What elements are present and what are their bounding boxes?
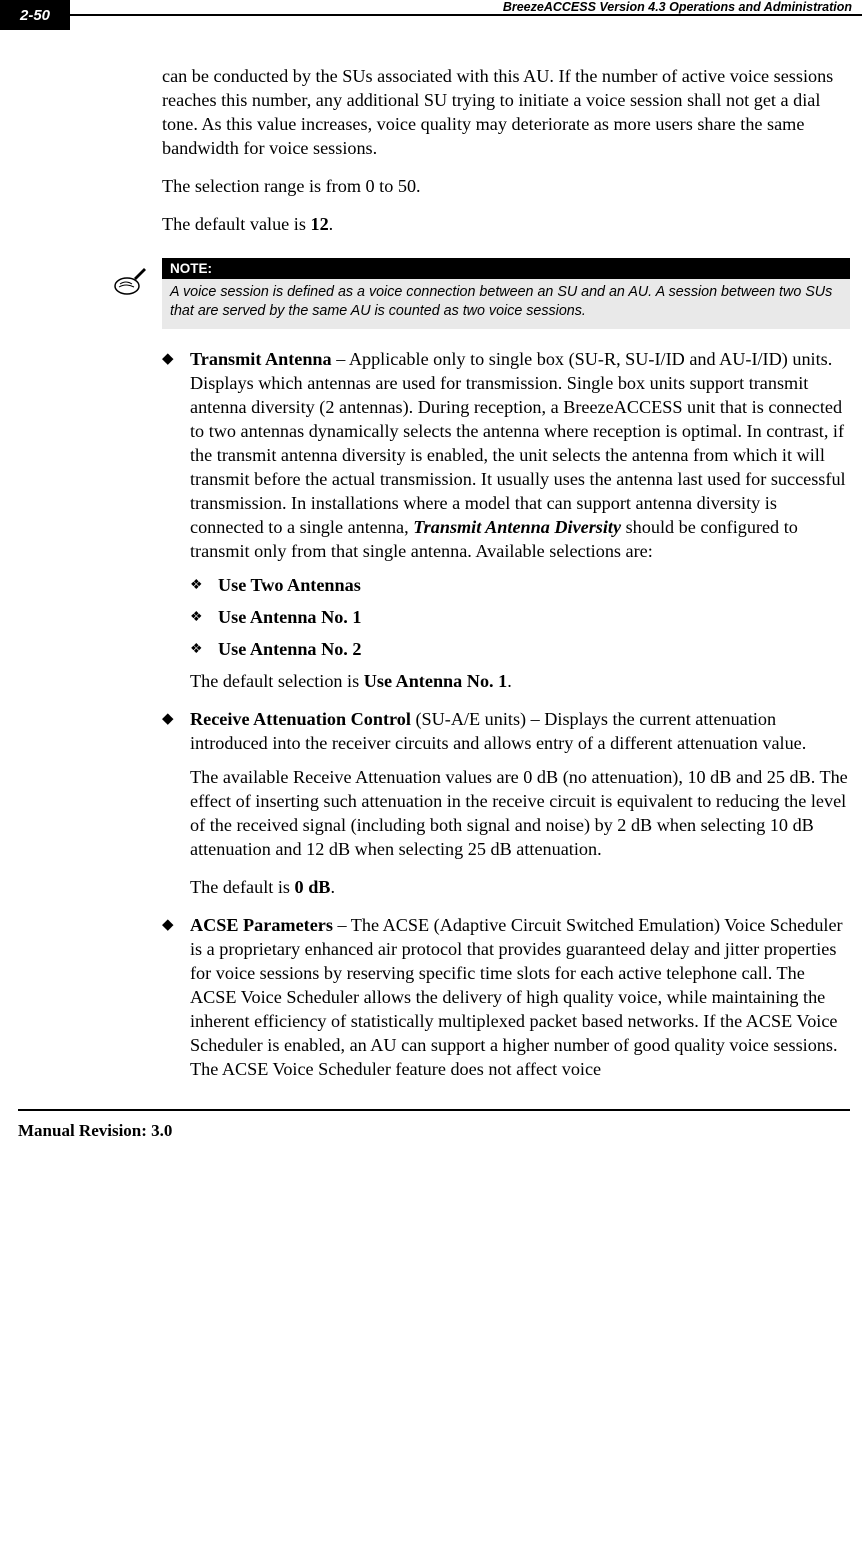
text: . [330,877,335,897]
diamond-bullet-icon: ◆ [162,913,190,1081]
bullet-content: Transmit Antenna – Applicable only to si… [190,347,850,563]
bullet-content: Receive Attenuation Control (SU-A/E unit… [190,707,850,755]
receive-paragraph-2: The available Receive Attenuation values… [190,765,850,861]
antenna-options-list: ❖ Use Two Antennas ❖ Use Antenna No. 1 ❖… [190,573,850,661]
text: The default is [190,877,295,897]
page-number: 2-50 [20,7,50,24]
footer-rule [18,1109,850,1111]
bullet-content: ACSE Parameters – The ACSE (Adaptive Cir… [190,913,850,1081]
param-emphasis: Transmit Antenna Diversity [413,517,621,537]
transmit-default: The default selection is Use Antenna No.… [190,669,850,693]
content-area: can be conducted by the SUs associated w… [162,64,850,1081]
bullet-transmit-antenna: ◆ Transmit Antenna – Applicable only to … [162,347,850,563]
bullet-receive-attenuation: ◆ Receive Attenuation Control (SU-A/E un… [162,707,850,755]
page: 2-50 BreezeACCESS Version 4.3 Operations… [0,0,862,1181]
option-antenna-2: ❖ Use Antenna No. 2 [190,637,850,661]
page-header: 2-50 BreezeACCESS Version 4.3 Operations… [0,0,862,30]
diamond-bullet-icon: ◆ [162,707,190,755]
header-rule [70,14,862,16]
bullet-acse-parameters: ◆ ACSE Parameters – The ACSE (Adaptive C… [162,913,850,1081]
param-title: ACSE Parameters [190,915,333,935]
text: – The ACSE (Adaptive Circuit Switched Em… [190,915,843,1079]
clover-bullet-icon: ❖ [190,605,218,629]
text: Applicable only to single box (SU-R, SU-… [190,349,846,537]
option-antenna-1: ❖ Use Antenna No. 1 [190,605,850,629]
clover-bullet-icon: ❖ [190,573,218,597]
note-body: A voice session is defined as a voice co… [162,279,850,329]
document-title: BreezeACCESS Version 4.3 Operations and … [70,0,862,14]
text: . [507,671,512,691]
default-value: Use Antenna No. 1 [364,671,508,691]
option-label: Use Antenna No. 2 [218,637,850,661]
default-value: 0 dB [295,877,331,897]
param-title: Transmit Antenna [190,349,336,369]
intro-paragraph-2: The selection range is from 0 to 50. [162,174,850,198]
text: . [329,214,334,234]
note-header: NOTE: [162,258,850,279]
text: The default value is [162,214,310,234]
option-label: Use Two Antennas [218,573,850,597]
intro-paragraph-3: The default value is 12. [162,212,850,236]
page-number-box: 2-50 [0,0,70,30]
option-label: Use Antenna No. 1 [218,605,850,629]
default-value: 12 [310,214,328,234]
text: The default selection is [190,671,364,691]
clover-bullet-icon: ❖ [190,637,218,661]
text: – [336,349,349,369]
receive-default: The default is 0 dB. [190,875,850,899]
param-title: Receive Attenuation Control [190,709,411,729]
footer-revision: Manual Revision: 3.0 [18,1121,862,1141]
header-right: BreezeACCESS Version 4.3 Operations and … [70,0,862,16]
note-icon [112,260,152,300]
diamond-bullet-icon: ◆ [162,347,190,563]
intro-paragraph-1: can be conducted by the SUs associated w… [162,64,850,160]
note-block: NOTE: A voice session is defined as a vo… [112,258,850,329]
note-box: NOTE: A voice session is defined as a vo… [162,258,850,329]
option-two-antennas: ❖ Use Two Antennas [190,573,850,597]
